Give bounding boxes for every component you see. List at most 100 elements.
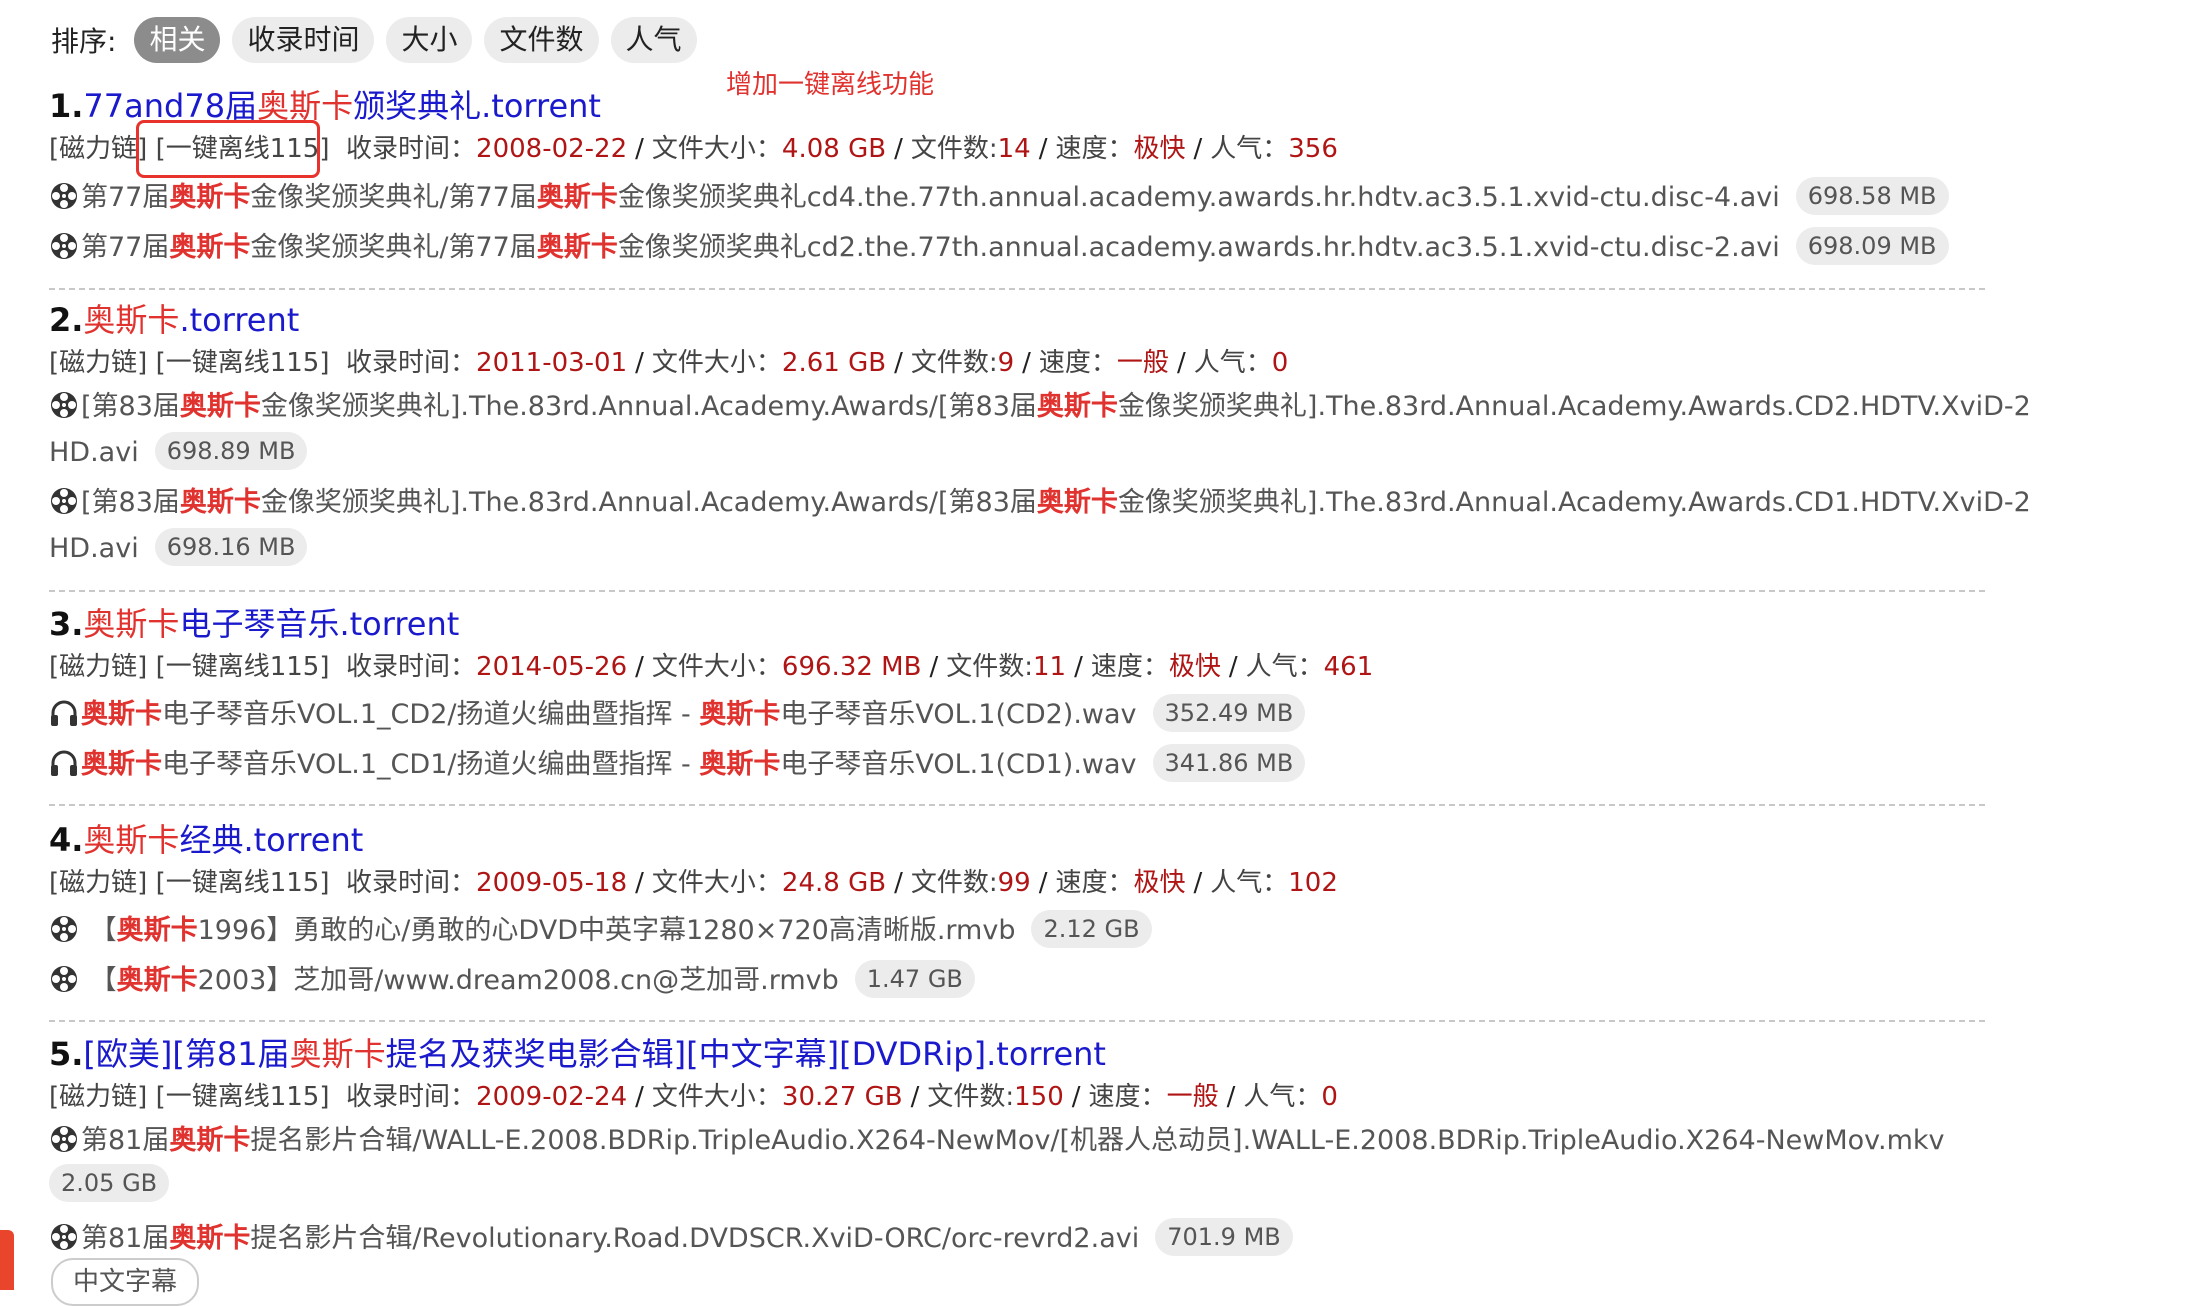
sort-size[interactable]: 大小 <box>386 17 473 63</box>
file-highlight: 奥斯卡 <box>81 749 162 780</box>
file-name: 电子琴音乐VOL.1(CD2).wav <box>780 699 1137 730</box>
search-result: 4.奥斯卡经典.torrent [磁力链] [一键离线115] 收录时间： 200… <box>49 816 1985 1022</box>
file-name: 第81届 <box>81 1223 170 1254</box>
file-highlight: 奥斯卡 <box>116 965 198 996</box>
file-name: 金像奖颁奖典礼cd2.the.77th.annual.academy.award… <box>617 232 1780 263</box>
file-name: 第81届 <box>81 1125 170 1156</box>
title-text[interactable]: 颁奖典礼.torrent <box>353 87 601 125</box>
file-name: 金像奖颁奖典礼/第77届 <box>250 232 537 263</box>
size-value: 2.61 GB <box>781 348 887 378</box>
file-highlight: 奥斯卡 <box>179 391 261 422</box>
file-highlight: 奥斯卡 <box>169 182 251 213</box>
file-highlight: 奥斯卡 <box>169 1223 251 1254</box>
file-name: 第77届 <box>81 232 170 263</box>
sort-date[interactable]: 收录时间 <box>232 17 375 63</box>
side-widget-tab[interactable] <box>0 1230 14 1290</box>
title-text[interactable]: 电子琴音乐.torrent <box>179 605 459 643</box>
result-meta: [磁力链] [一键离线115] 收录时间：2014-05-26/文件大小：696… <box>49 652 1374 682</box>
count-value: 150 <box>1014 1082 1064 1112</box>
file-item: 【奥斯卡1996】勇敢的心/勇敢的心DVD中英字幕1280×720高清晰版.rm… <box>49 910 1152 948</box>
file-item: 第77届奥斯卡金像奖颁奖典礼/第77届奥斯卡金像奖颁奖典礼cd2.the.77t… <box>49 227 1949 265</box>
magnet-link[interactable]: [磁力链] <box>49 868 147 898</box>
file-name: 电子琴音乐VOL.1(CD1).wav <box>780 749 1137 780</box>
title-text[interactable]: [欧美][第81届 <box>83 1035 289 1073</box>
magnet-link[interactable]: [磁力链] <box>49 1082 147 1112</box>
sort-relevance[interactable]: 相关 <box>134 17 221 63</box>
title-highlight[interactable]: 奥斯卡 <box>83 301 179 339</box>
search-result: 1.77and78届奥斯卡颁奖典礼.torrent [磁力链] [一键离线115… <box>49 82 1985 290</box>
file-item: 第81届奥斯卡提名影片合辑/WALL-E.2008.BDRip.TripleAu… <box>49 1124 1945 1158</box>
file-highlight: 奥斯卡 <box>699 749 781 780</box>
result-title[interactable]: 4.奥斯卡经典.torrent <box>49 820 363 860</box>
file-highlight: 奥斯卡 <box>536 182 618 213</box>
speed-label: 速度： <box>1090 652 1169 682</box>
result-title[interactable]: 1.77and78届奥斯卡颁奖典礼.torrent <box>49 86 601 126</box>
title-text[interactable]: 提名及获奖电影合辑][中文字幕][DVDRip].torrent <box>386 1035 1106 1073</box>
film-reel-icon <box>51 1224 77 1250</box>
popularity-value: 0 <box>1271 348 1289 378</box>
result-title[interactable]: 2.奥斯卡.torrent <box>49 300 299 340</box>
count-label: 文件数: <box>910 348 998 378</box>
offline-115-link[interactable]: [一键离线115] <box>156 868 330 898</box>
date-label: 收录时间： <box>346 868 477 898</box>
count-label: 文件数: <box>910 868 998 898</box>
file-name: 金像奖颁奖典礼].The.83rd.Annual.Academy.Awards/… <box>260 487 1037 518</box>
magnet-link[interactable]: [磁力链] <box>49 134 147 164</box>
offline-115-link[interactable]: [一键离线115] <box>156 1082 330 1112</box>
count-value: 14 <box>997 134 1031 164</box>
result-title[interactable]: 5.[欧美][第81届奥斯卡提名及获奖电影合辑][中文字幕][DVDRip].t… <box>49 1034 1106 1074</box>
file-name: 电子琴音乐VOL.1_CD2/扬道火编曲暨指挥 - <box>162 699 700 730</box>
file-name: 金像奖颁奖典礼].The.83rd.Annual.Academy.Awards.… <box>1117 487 2031 518</box>
file-item: 奥斯卡电子琴音乐VOL.1_CD1/扬道火编曲暨指挥 - 奥斯卡电子琴音乐VOL… <box>49 744 1306 782</box>
popularity-label: 人气： <box>1245 652 1324 682</box>
title-highlight[interactable]: 奥斯卡 <box>290 1035 386 1073</box>
file-size-badge: 2.05 GB <box>49 1164 170 1202</box>
file-item: 奥斯卡电子琴音乐VOL.1_CD2/扬道火编曲暨指挥 - 奥斯卡电子琴音乐VOL… <box>49 694 1306 732</box>
title-highlight[interactable]: 奥斯卡 <box>257 87 353 125</box>
magnet-link[interactable]: [磁力链] <box>49 652 147 682</box>
result-title[interactable]: 3.奥斯卡电子琴音乐.torrent <box>49 604 459 644</box>
speed-label: 速度： <box>1055 868 1134 898</box>
result-number: 5. <box>49 1035 84 1073</box>
film-reel-icon <box>51 233 77 259</box>
sort-file-count[interactable]: 文件数 <box>484 17 599 63</box>
film-reel-icon <box>51 966 77 992</box>
file-item: 第77届奥斯卡金像奖颁奖典礼/第77届奥斯卡金像奖颁奖典礼cd4.the.77t… <box>49 177 1949 215</box>
file-name: 2003】芝加哥/www.dream2008.cn@芝加哥.rmvb <box>197 965 839 996</box>
film-reel-icon <box>51 183 77 209</box>
offline-115-link[interactable]: [一键离线115] <box>156 348 330 378</box>
file-name: 金像奖颁奖典礼].The.83rd.Annual.Academy.Awards.… <box>1117 391 2031 422</box>
date-value: 2009-02-24 <box>476 1082 628 1112</box>
speed-value: 极快 <box>1133 134 1186 164</box>
speed-label: 速度： <box>1038 348 1117 378</box>
title-highlight[interactable]: 奥斯卡 <box>83 605 179 643</box>
title-text[interactable]: 经典.torrent <box>179 821 363 859</box>
title-text[interactable]: .torrent <box>179 301 299 339</box>
tag-chinese-subtitles[interactable]: 中文字幕 <box>51 1258 200 1306</box>
file-name: 提名影片合辑/WALL-E.2008.BDRip.TripleAudio.X26… <box>250 1125 1945 1156</box>
count-value: 11 <box>1032 652 1067 682</box>
magnet-link[interactable]: [磁力链] <box>49 348 147 378</box>
result-number: 1. <box>49 87 84 125</box>
title-highlight[interactable]: 奥斯卡 <box>83 821 179 859</box>
file-highlight: 奥斯卡 <box>1036 487 1118 518</box>
file-highlight: 奥斯卡 <box>116 915 198 946</box>
file-name: 金像奖颁奖典礼cd4.the.77th.annual.academy.award… <box>617 182 1780 213</box>
file-highlight: 奥斯卡 <box>179 487 261 518</box>
file-name: 金像奖颁奖典礼].The.83rd.Annual.Academy.Awards/… <box>260 391 1037 422</box>
title-text[interactable]: 77and78届 <box>83 87 257 125</box>
date-label: 收录时间： <box>346 134 477 164</box>
offline-115-link[interactable]: [一键离线115] <box>156 134 330 164</box>
speed-value: 极快 <box>1133 868 1186 898</box>
file-name: 提名影片合辑/Revolutionary.Road.DVDSCR.XviD-OR… <box>250 1223 1140 1254</box>
offline-115-link[interactable]: [一键离线115] <box>156 652 330 682</box>
speed-label: 速度： <box>1055 134 1134 164</box>
date-label: 收录时间： <box>346 348 477 378</box>
file-name: 电子琴音乐VOL.1_CD1/扬道火编曲暨指挥 - <box>162 749 700 780</box>
headphones-icon <box>51 700 77 726</box>
file-size-badge: 2.12 GB <box>1031 910 1152 948</box>
sort-popularity[interactable]: 人气 <box>610 17 697 63</box>
result-number: 2. <box>49 301 84 339</box>
file-highlight: 奥斯卡 <box>169 1125 251 1156</box>
count-label: 文件数: <box>927 1082 1015 1112</box>
